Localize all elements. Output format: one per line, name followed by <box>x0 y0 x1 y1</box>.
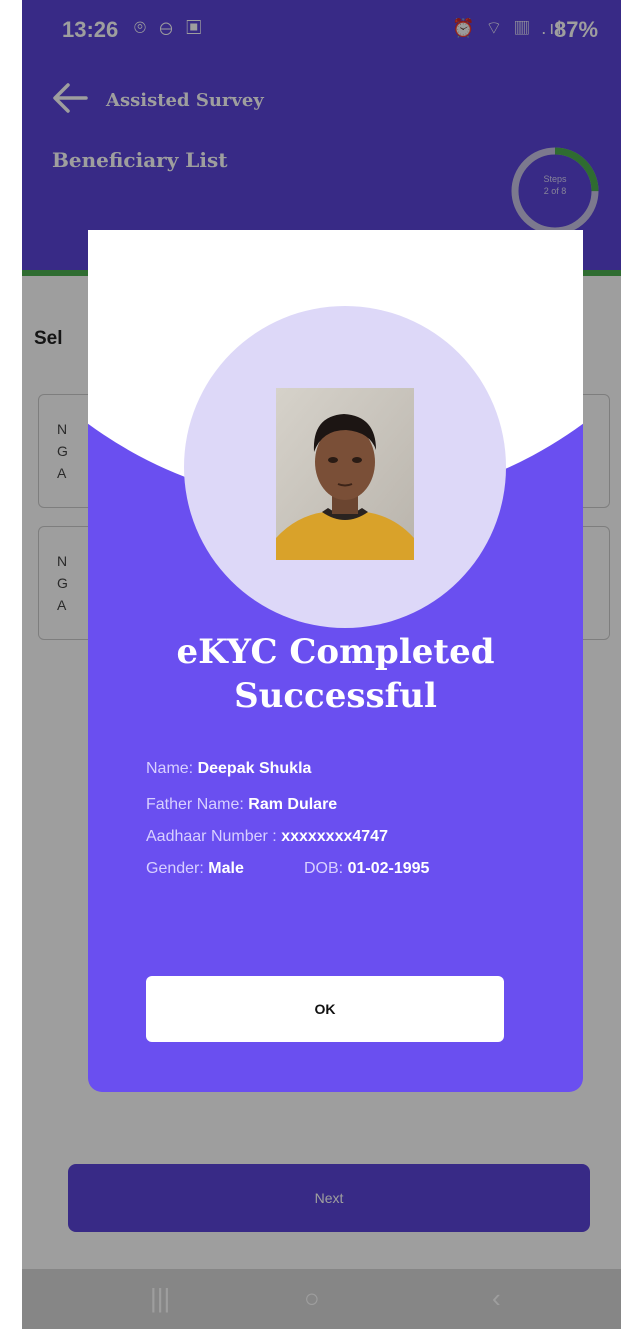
name-label: Name: <box>146 760 194 777</box>
aadhaar-row: Aadhaar Number : xxxxxxxx4747 <box>146 828 388 846</box>
beneficiary-photo <box>276 388 414 560</box>
dialog-title-line2: Successful <box>234 676 437 716</box>
father-name-row: Father Name: Ram Dulare <box>146 796 337 814</box>
gender-value: Male <box>208 860 244 877</box>
gender-label: Gender: <box>146 860 204 877</box>
ekyc-success-dialog: eKYC Completed Successful Name: Deepak S… <box>88 230 583 1092</box>
name-row: Name: Deepak Shukla <box>146 760 311 778</box>
dob-value: 01-02-1995 <box>347 860 430 877</box>
dialog-title: eKYC Completed Successful <box>88 630 583 718</box>
dob-label: DOB: <box>304 860 344 877</box>
aadhaar-label: Aadhaar Number : <box>146 828 277 845</box>
gender-row: Gender: Male <box>146 860 244 878</box>
aadhaar-value: xxxxxxxx4747 <box>281 828 388 845</box>
ok-button[interactable]: OK <box>146 976 504 1042</box>
father-name-value: Ram Dulare <box>248 796 338 813</box>
phone-screen: Sel N G A N G A Next 13:26 ⌾ ⊖ ▣ ⏰ ⌔ ▥ .… <box>22 0 621 1329</box>
dob-row: DOB: 01-02-1995 <box>304 860 429 878</box>
dialog-title-line1: eKYC Completed <box>176 632 495 672</box>
father-name-label: Father Name: <box>146 796 244 813</box>
screen-bezel <box>0 0 22 1329</box>
name-value: Deepak Shukla <box>197 760 312 777</box>
